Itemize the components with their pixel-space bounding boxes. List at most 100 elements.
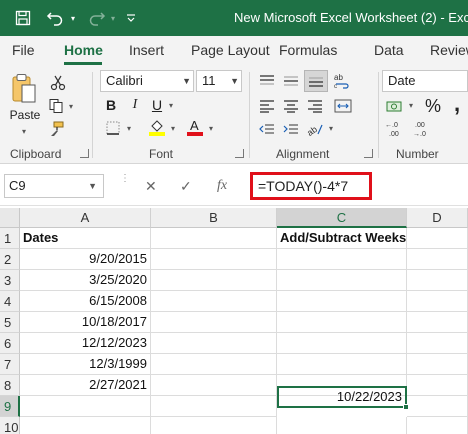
copy-icon[interactable] bbox=[46, 96, 66, 116]
format-painter-icon[interactable] bbox=[46, 119, 66, 139]
row-header-5[interactable]: 5 bbox=[0, 312, 20, 333]
tab-page-layout[interactable]: Page Layout bbox=[191, 42, 270, 58]
cell-a3[interactable]: 3/25/2020 bbox=[20, 270, 151, 291]
decrease-indent-icon[interactable] bbox=[256, 118, 278, 140]
redo-icon[interactable] bbox=[86, 7, 108, 29]
cell-c1[interactable]: Add/Subtract Weeks bbox=[277, 228, 407, 249]
name-box[interactable]: C9 ▼ bbox=[4, 174, 104, 198]
comma-style-icon[interactable]: , bbox=[448, 91, 466, 116]
fill-color-dropdown-icon[interactable]: ▾ bbox=[168, 122, 178, 134]
cell-a8[interactable]: 2/27/2021 bbox=[20, 375, 151, 396]
bold-icon[interactable]: B bbox=[102, 95, 120, 115]
cancel-icon[interactable]: ✕ bbox=[145, 178, 157, 195]
font-color-icon[interactable]: A bbox=[184, 116, 206, 138]
column-header-d[interactable]: D bbox=[407, 208, 468, 228]
paste-dropdown-icon[interactable]: ▾ bbox=[18, 126, 30, 136]
row-header-4[interactable]: 4 bbox=[0, 291, 20, 312]
decrease-decimal-icon[interactable]: .00 →.0 bbox=[412, 118, 436, 140]
cell-b3[interactable] bbox=[151, 270, 277, 291]
orientation-dropdown-icon[interactable]: ▾ bbox=[326, 122, 336, 134]
cell-a4[interactable]: 6/15/2008 bbox=[20, 291, 151, 312]
cell-c5[interactable] bbox=[277, 312, 407, 333]
column-header-b[interactable]: B bbox=[151, 208, 277, 228]
cut-icon[interactable] bbox=[48, 73, 68, 93]
tab-data[interactable]: Data bbox=[374, 42, 404, 58]
tab-file[interactable]: File bbox=[12, 42, 35, 58]
row-header-2[interactable]: 2 bbox=[0, 249, 20, 270]
cell-d2[interactable] bbox=[407, 249, 468, 270]
cell-a7[interactable]: 12/3/1999 bbox=[20, 354, 151, 375]
cell-b2[interactable] bbox=[151, 249, 277, 270]
clipboard-launcher-icon[interactable] bbox=[80, 149, 89, 158]
underline-dropdown-icon[interactable]: ▾ bbox=[166, 99, 176, 111]
insert-function-icon[interactable]: fx bbox=[217, 178, 227, 194]
fill-color-icon[interactable] bbox=[146, 116, 168, 138]
align-center-icon[interactable] bbox=[280, 95, 302, 117]
increase-indent-icon[interactable] bbox=[280, 118, 302, 140]
cell-b4[interactable] bbox=[151, 291, 277, 312]
underline-icon[interactable]: U bbox=[148, 95, 166, 115]
alignment-launcher-icon[interactable] bbox=[364, 149, 373, 158]
column-header-c[interactable]: C bbox=[277, 208, 407, 228]
italic-icon[interactable]: I bbox=[126, 95, 144, 115]
accounting-dropdown-icon[interactable]: ▾ bbox=[406, 99, 416, 111]
cell-b8[interactable] bbox=[151, 375, 277, 396]
font-launcher-icon[interactable] bbox=[235, 149, 244, 158]
cell-c10[interactable] bbox=[277, 417, 407, 434]
cell-d4[interactable] bbox=[407, 291, 468, 312]
cell-d7[interactable] bbox=[407, 354, 468, 375]
font-size-combo[interactable]: 11 ▼ bbox=[196, 70, 242, 92]
percent-style-icon[interactable]: % bbox=[422, 95, 444, 117]
cell-d10[interactable] bbox=[407, 417, 468, 434]
cell-c2[interactable] bbox=[277, 249, 407, 270]
accounting-format-icon[interactable] bbox=[384, 95, 406, 117]
cell-c9[interactable]: 10/22/2023 bbox=[277, 386, 407, 408]
tab-formulas[interactable]: Formulas bbox=[279, 42, 337, 58]
cell-b1[interactable] bbox=[151, 228, 277, 249]
font-color-dropdown-icon[interactable]: ▾ bbox=[206, 122, 216, 134]
cell-a6[interactable]: 12/12/2023 bbox=[20, 333, 151, 354]
cell-d9[interactable] bbox=[407, 396, 468, 417]
tab-insert[interactable]: Insert bbox=[129, 42, 164, 58]
cell-b6[interactable] bbox=[151, 333, 277, 354]
cell-d5[interactable] bbox=[407, 312, 468, 333]
cell-d3[interactable] bbox=[407, 270, 468, 291]
cell-d1[interactable] bbox=[407, 228, 468, 249]
row-header-10[interactable]: 10 bbox=[0, 417, 20, 434]
cell-a10[interactable] bbox=[20, 417, 151, 434]
align-left-icon[interactable] bbox=[256, 95, 278, 117]
row-header-9[interactable]: 9 bbox=[0, 396, 20, 417]
align-right-icon[interactable] bbox=[304, 95, 326, 117]
orientation-icon[interactable]: ab bbox=[304, 118, 326, 140]
cell-a2[interactable]: 9/20/2015 bbox=[20, 249, 151, 270]
row-header-8[interactable]: 8 bbox=[0, 375, 20, 396]
cell-c7[interactable] bbox=[277, 354, 407, 375]
font-name-combo[interactable]: Calibri ▼ bbox=[100, 70, 194, 92]
cell-b5[interactable] bbox=[151, 312, 277, 333]
bottom-align-icon[interactable] bbox=[304, 70, 328, 92]
top-align-icon[interactable] bbox=[256, 70, 278, 92]
paste-button-label[interactable]: Paste bbox=[8, 107, 42, 123]
row-header-1[interactable]: 1 bbox=[0, 228, 20, 249]
row-header-7[interactable]: 7 bbox=[0, 354, 20, 375]
cell-d8[interactable] bbox=[407, 375, 468, 396]
select-all-corner[interactable] bbox=[0, 208, 20, 228]
undo-icon[interactable] bbox=[44, 7, 66, 29]
middle-align-icon[interactable] bbox=[280, 70, 302, 92]
increase-decimal-icon[interactable]: ←.0.00 bbox=[384, 118, 408, 140]
customize-toolbar-icon[interactable] bbox=[124, 7, 138, 29]
row-header-3[interactable]: 3 bbox=[0, 270, 20, 291]
cell-c6[interactable] bbox=[277, 333, 407, 354]
number-format-combo[interactable]: Date bbox=[382, 70, 468, 92]
cell-c3[interactable] bbox=[277, 270, 407, 291]
borders-dropdown-icon[interactable]: ▾ bbox=[124, 122, 134, 134]
cell-a9[interactable] bbox=[20, 396, 151, 417]
cell-b10[interactable] bbox=[151, 417, 277, 434]
cell-d6[interactable] bbox=[407, 333, 468, 354]
borders-icon[interactable] bbox=[104, 118, 122, 138]
enter-icon[interactable]: ✓ bbox=[180, 178, 192, 195]
cell-a1[interactable]: Dates bbox=[20, 228, 151, 249]
tab-home[interactable]: Home bbox=[64, 42, 103, 58]
cell-b9[interactable] bbox=[151, 396, 277, 417]
save-icon[interactable] bbox=[12, 7, 34, 29]
